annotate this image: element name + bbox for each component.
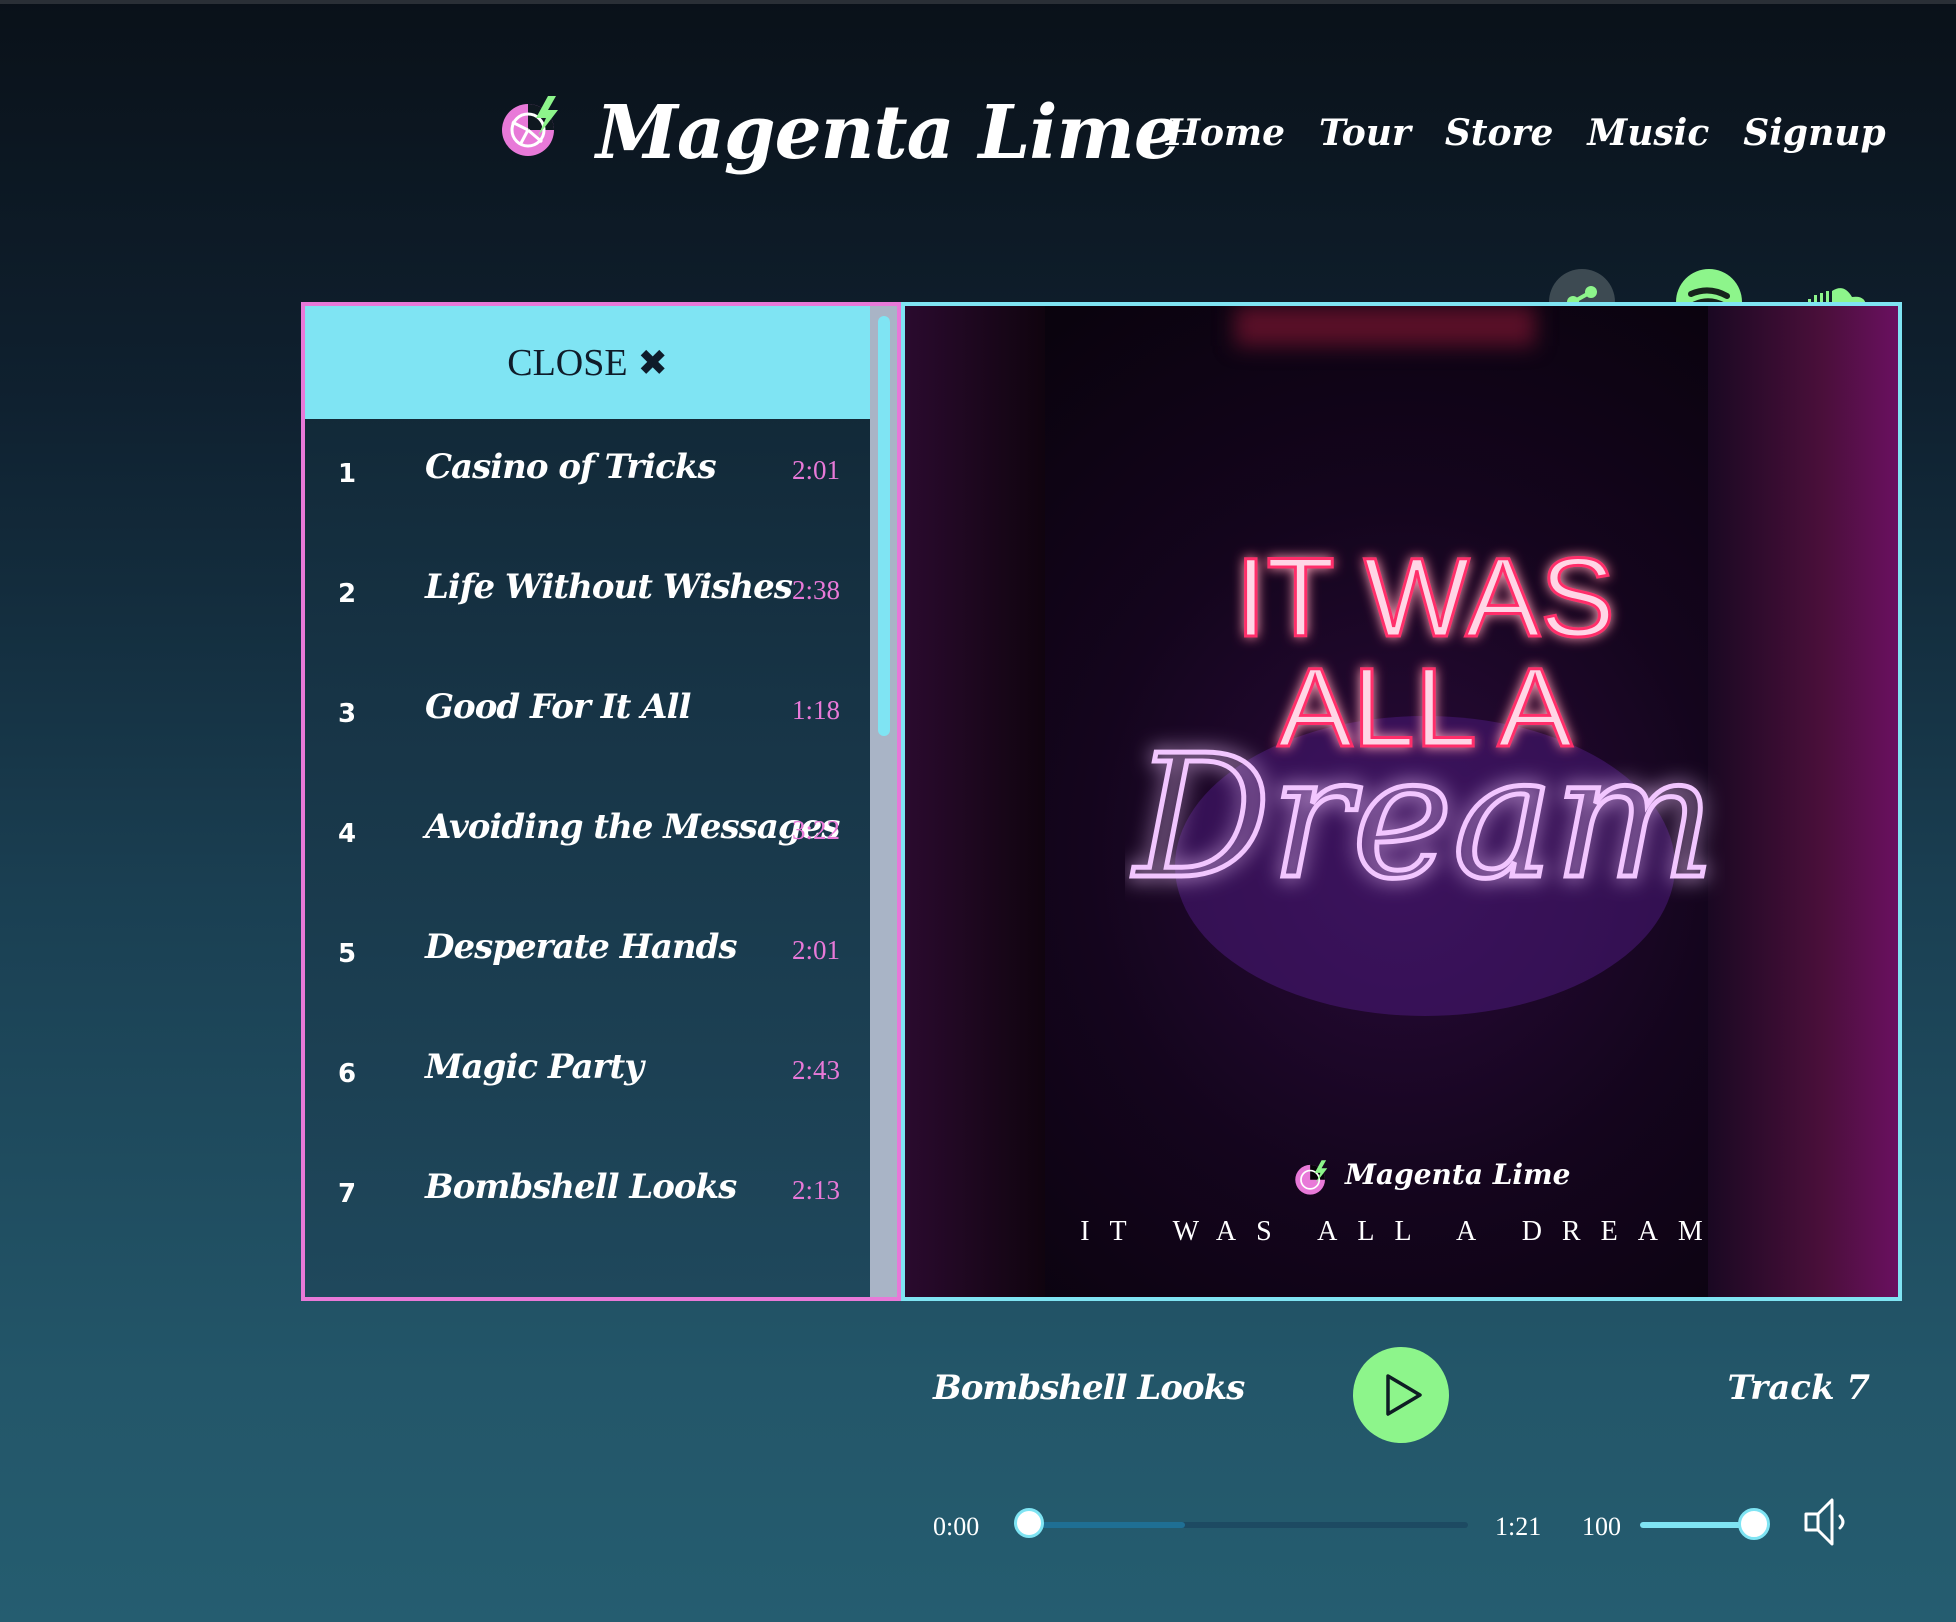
track-number: 1 (338, 459, 357, 489)
close-icon: ✖ (637, 342, 668, 383)
cover-glow (1235, 306, 1535, 346)
track-number: 6 (338, 1059, 357, 1089)
nav-signup[interactable]: Signup (1743, 112, 1885, 154)
playlist-panel: CLOSE ✖ 1 Casino of Tricks 2:01 2 Life W… (301, 302, 901, 1301)
track-duration: 2:43 (791, 1055, 840, 1085)
close-playlist-button[interactable]: CLOSE ✖ (305, 306, 870, 419)
speaker-icon[interactable] (1800, 1492, 1860, 1552)
cover-wall-right (1708, 306, 1898, 1297)
top-border (0, 0, 1956, 4)
total-time: 1:21 (1495, 1512, 1542, 1541)
neon-sign: IT WAS ALL A Dream (1129, 536, 1718, 1016)
cover-wall-left (905, 306, 1045, 1297)
track-number: 4 (338, 819, 357, 849)
neon-script: Dream (1132, 719, 1716, 917)
track-row[interactable]: 5 Desperate Hands 2:01 (305, 899, 870, 1019)
track-number: 3 (338, 699, 357, 729)
track-duration: 2:01 (791, 455, 840, 485)
playlist-scrollbar-thumb[interactable] (878, 316, 890, 736)
track-duration: 2:13 (791, 1175, 840, 1205)
volume-value: 100 (1582, 1512, 1621, 1541)
play-button[interactable] (1353, 1347, 1449, 1443)
cover-logo-icon (1295, 1160, 1328, 1195)
play-icon (1386, 1374, 1422, 1416)
track-title: Desperate Hands (425, 927, 738, 967)
current-time: 0:00 (933, 1512, 980, 1541)
track-duration: 3:22 (791, 815, 840, 845)
cover-brand: Magenta Lime (1345, 1158, 1571, 1191)
cover-subtitle: IT WAS ALL A DREAM (1080, 1216, 1723, 1247)
seek-bar[interactable] (1014, 1508, 1468, 1538)
track-row[interactable]: 7 Bombshell Looks 2:13 (305, 1139, 870, 1259)
track-row[interactable]: 1 Casino of Tricks 2:01 (305, 419, 870, 539)
nav-home[interactable]: Home (1166, 112, 1285, 154)
now-playing-title: Bombshell Looks (933, 1368, 1245, 1408)
track-title: Life Without Wishes (425, 567, 793, 607)
album-cover: IT WAS ALL A Dream Magenta Lime IT WAS A… (901, 302, 1902, 1301)
track-title: Casino of Tricks (425, 447, 717, 487)
track-row[interactable]: 6 Magic Party 2:43 (305, 1019, 870, 1139)
volume-slider[interactable] (1640, 1508, 1770, 1540)
track-number: 7 (338, 1179, 357, 1209)
track-row[interactable]: 3 Good For It All 1:18 (305, 659, 870, 779)
magenta-lime-logo-icon[interactable] (498, 92, 568, 162)
nav-tour[interactable]: Tour (1319, 112, 1411, 154)
volume-thumb[interactable] (1738, 1508, 1770, 1540)
nav-store[interactable]: Store (1445, 112, 1554, 154)
track-title: Magic Party (425, 1047, 644, 1087)
track-number: 2 (338, 579, 357, 609)
main-nav: Home Tour Store Music Signup (1166, 112, 1886, 154)
seek-buffer (1020, 1522, 1185, 1528)
playlist-scrollbar[interactable] (870, 306, 897, 1297)
track-number: 5 (338, 939, 357, 969)
nav-music[interactable]: Music (1587, 112, 1709, 154)
track-duration: 2:01 (791, 935, 840, 965)
track-duration: 1:18 (791, 695, 840, 725)
close-label: CLOSE (507, 341, 628, 384)
track-row[interactable]: 4 Avoiding the Messages 3:22 (305, 779, 870, 899)
track-row[interactable]: 2 Life Without Wishes 2:38 (305, 539, 870, 659)
neon-line-1: IT WAS (1235, 536, 1615, 660)
track-title: Good For It All (425, 687, 691, 727)
track-counter: Track 7 (1727, 1368, 1870, 1408)
track-title: Avoiding the Messages (425, 807, 840, 847)
site-title[interactable]: Magenta Lime (596, 90, 1181, 176)
track-title: Bombshell Looks (425, 1167, 737, 1207)
seek-thumb[interactable] (1014, 1508, 1044, 1538)
track-duration: 2:38 (791, 575, 840, 605)
